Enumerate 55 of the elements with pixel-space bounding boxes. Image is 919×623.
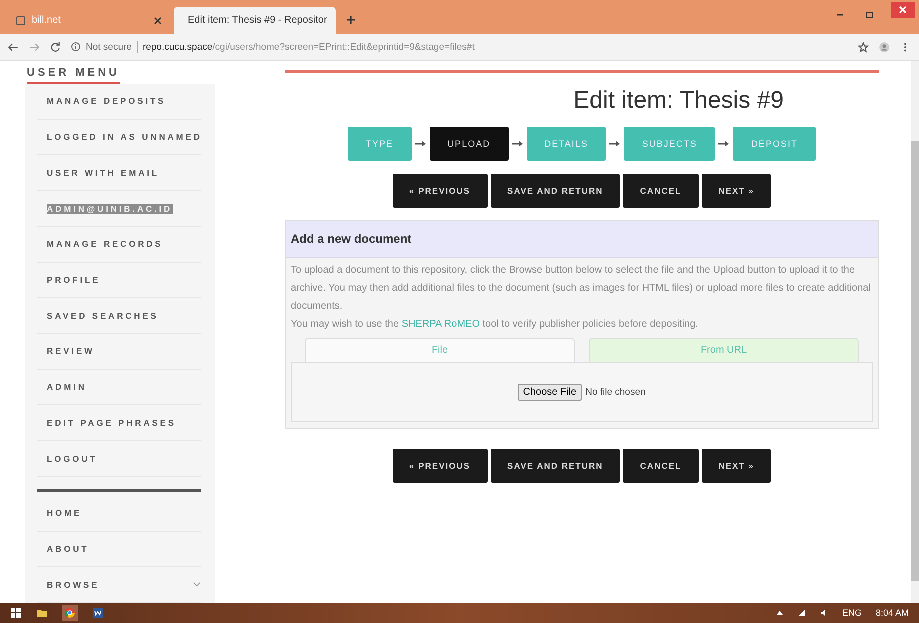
scrollbar[interactable]: [911, 61, 919, 603]
menu-link[interactable]: SAVED SEARCHES: [47, 310, 159, 321]
restore-icon[interactable]: [865, 10, 875, 20]
clock[interactable]: 8:04 AM: [876, 608, 909, 618]
arrow-right-icon: [718, 140, 730, 148]
choose-file-button[interactable]: Choose File: [518, 384, 582, 400]
browser-tab[interactable]: Edit item: Thesis #9 - Repositor: [174, 7, 336, 34]
menu-link[interactable]: LOGGED IN AS UNNAMED: [47, 132, 202, 142]
back-icon[interactable]: [8, 42, 19, 52]
folder-icon[interactable]: [36, 607, 48, 619]
menu-link[interactable]: BROWSE: [47, 580, 100, 590]
action-button[interactable]: SAVE AND RETURN: [490, 449, 620, 483]
arrow-right-icon: [609, 140, 622, 148]
reload-icon[interactable]: [50, 42, 61, 52]
menu-link[interactable]: MANAGE RECORDS: [47, 239, 164, 250]
action-button[interactable]: SAVE AND RETURN: [490, 174, 620, 208]
action-button[interactable]: « PREVIOUS: [392, 174, 488, 208]
up-arrow-icon[interactable]: [776, 609, 784, 617]
windows-icon[interactable]: [10, 607, 22, 619]
close-icon[interactable]: [154, 16, 162, 24]
instructions-text: You may wish to use the SHERPA RoMEO tool to verify publisher policies before depositing.: [291, 318, 700, 332]
profile-icon[interactable]: [879, 42, 890, 52]
menu-link[interactable]: MANAGE DEPOSITS: [47, 96, 166, 106]
menu-link[interactable]: PROFILE: [47, 274, 101, 285]
step-tab[interactable]: UPLOAD: [430, 127, 509, 161]
menu-link[interactable]: ADMIN: [47, 382, 87, 392]
action-button[interactable]: CANCEL: [623, 449, 699, 483]
action-button[interactable]: « PREVIOUS: [392, 449, 488, 483]
menu-link[interactable]: EDIT PAGE PHRASES: [47, 418, 176, 428]
action-button[interactable]: NEXT »: [702, 174, 772, 208]
close-icon[interactable]: [891, 2, 915, 18]
browser-icon[interactable]: [62, 605, 78, 621]
page-title: Edit item: Thesis #9: [574, 87, 784, 115]
menu-link[interactable]: REVIEW: [47, 346, 95, 356]
menu-link[interactable]: LOGOUT: [47, 454, 98, 464]
action-button[interactable]: NEXT »: [702, 449, 772, 483]
menu-link[interactable]: USER WITH EMAIL: [47, 168, 160, 178]
file-status: No file chosen: [586, 386, 646, 398]
new-tab-icon[interactable]: [346, 15, 356, 25]
menu-link[interactable]: HOME: [47, 508, 82, 518]
menu-link[interactable]: ABOUT: [47, 544, 90, 554]
panel-title: Add a new document: [286, 221, 878, 258]
security-label: Not secure: [86, 42, 132, 52]
page-icon: [16, 16, 26, 26]
chevron-down-icon[interactable]: [193, 582, 201, 588]
url-text: repo.cucu.space/cgi/users/home?screen=EPrint::Edit&eprintid=9&stage=files#t: [142, 42, 475, 52]
arrow-right-icon: [512, 140, 524, 148]
network-icon[interactable]: [798, 609, 806, 617]
arrow-right-icon: [414, 140, 427, 148]
star-icon[interactable]: [858, 42, 869, 52]
language-indicator[interactable]: ENG: [842, 608, 862, 618]
action-button[interactable]: CANCEL: [623, 174, 699, 208]
instructions-text: To upload a document to this repository, click the Browse button below to select the file and the Upload button to upload it to the archive. You may then add additional files to the document (such as images for HTML files) or upload more files to create additional documents.: [291, 264, 872, 314]
info-icon: [71, 42, 81, 52]
word-icon[interactable]: [92, 607, 104, 619]
